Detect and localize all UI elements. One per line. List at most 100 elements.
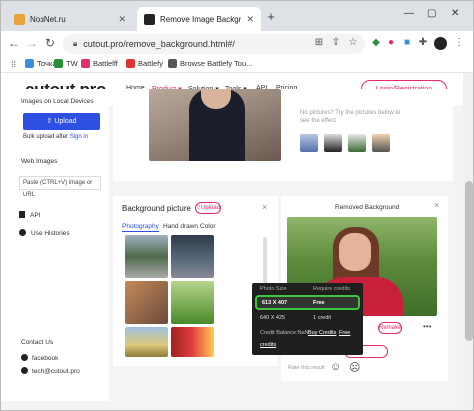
contact-heading: Contact Us — [21, 339, 54, 346]
signin-link[interactable]: Sign in — [70, 134, 88, 140]
free-credits-link[interactable]: Free — [339, 330, 350, 336]
close-result-icon[interactable]: × — [434, 200, 439, 210]
tab-title: Remove Image Background for F — [160, 14, 242, 24]
more-options-icon[interactable]: ••• — [423, 322, 431, 331]
buy-credits-link[interactable]: Buy Credits — [308, 330, 336, 336]
background-thumbnail[interactable] — [125, 281, 168, 324]
background-thumbnail[interactable] — [171, 235, 214, 278]
avatar[interactable] — [434, 37, 447, 50]
size-option-credits: 1 credit — [313, 315, 332, 321]
bulk-upload-label: Bulk upload after — [23, 134, 69, 140]
scrollbar-thumb[interactable] — [465, 181, 473, 341]
facebook-link[interactable]: facebook — [21, 354, 58, 362]
back-icon[interactable]: ← — [7, 36, 21, 50]
web-images-label: Web Images — [21, 158, 58, 165]
reload-icon[interactable]: ↻ — [43, 36, 57, 50]
bookmarks-bar: ⁞⁞ Точка TW Battlelff Battlefy Browse Ba… — [1, 57, 473, 73]
browser-window: NoзNet.ru ✕ Remove Image Background for … — [0, 0, 474, 411]
new-tab-button[interactable]: + — [264, 10, 278, 24]
sample-thumbnail[interactable] — [324, 134, 342, 152]
background-upload-button[interactable]: ⇧Upload — [195, 202, 221, 214]
sample-thumbnail[interactable] — [372, 134, 390, 152]
upload-button[interactable]: ⇧ Upload — [23, 113, 100, 130]
sidebar-item-label: API — [30, 212, 41, 219]
result-panel-title: Removed Background — [335, 204, 400, 211]
email-icon — [21, 367, 28, 374]
cutout-favicon-icon — [144, 13, 155, 25]
sidebar-item-api[interactable]: API — [19, 211, 40, 219]
uploaded-image-preview — [149, 89, 281, 161]
tab-cutout[interactable]: Remove Image Background for F ✕ — [137, 7, 261, 31]
close-tab-icon[interactable]: ✕ — [246, 14, 254, 25]
remake-button[interactable]: Remake — [378, 322, 402, 334]
sidebar-item-label: Use Histories — [31, 230, 70, 237]
size-option-size: 640 X 425 — [260, 315, 286, 321]
extension-icon[interactable]: ◆ — [370, 37, 382, 49]
bookmark-label: Battlelff — [93, 59, 118, 68]
sample-hint: No pictures? Try the pictures below to s… — [300, 110, 401, 124]
minimize-icon[interactable]: — — [404, 8, 414, 19]
maximize-icon[interactable]: ▢ — [427, 8, 436, 19]
bookmark-battlelff[interactable]: Battlelff — [81, 59, 118, 68]
size-option[interactable]: 640 X 425 1 credit — [255, 314, 360, 325]
facebook-label: facebook — [32, 355, 59, 362]
sidebar-links — [1, 199, 109, 349]
upload-label: Upload — [201, 205, 221, 211]
tab-photography[interactable]: Photography — [122, 223, 159, 232]
menu-icon[interactable]: ⋮ — [453, 37, 465, 49]
credits-link[interactable]: credits — [260, 342, 276, 348]
lock-icon: 🔒︎ — [73, 39, 78, 48]
email-link[interactable]: tech@cutout.pro — [21, 367, 80, 375]
bookmark-star-icon[interactable]: ☆ — [347, 37, 359, 49]
rate-result-label: Rate this result — [288, 365, 325, 371]
background-thumbnail[interactable] — [125, 327, 168, 357]
paste-url-input[interactable]: Paste (CTRL+V) image or URL — [19, 176, 101, 198]
tab-hand-drawn[interactable]: Hand drawn — [163, 223, 198, 230]
upload-label: Upload — [54, 118, 77, 125]
bookmark-label: Battlefy — [138, 59, 164, 68]
bookmark-tw[interactable]: TW — [54, 59, 78, 68]
tab-nooznet[interactable]: NoзNet.ru ✕ — [7, 7, 133, 31]
frown-face-icon[interactable]: ☹ — [349, 361, 360, 374]
credit-balance-label: Credit Balance:NaN — [260, 330, 309, 336]
sidebar-item-histories[interactable]: Use Histories — [19, 229, 70, 237]
close-window-icon[interactable]: ✕ — [451, 8, 459, 19]
smile-face-icon[interactable]: ☺ — [330, 361, 341, 373]
extension-icon[interactable]: ■ — [401, 37, 413, 49]
bookmark-battlefy[interactable]: Battlefy — [126, 59, 163, 68]
size-option-selected[interactable]: 613 X 407 Free — [255, 295, 360, 310]
tab-color[interactable]: Color — [200, 223, 216, 230]
apps-icon[interactable]: ⁞⁞ — [11, 59, 16, 69]
tab-strip: NoзNet.ru ✕ Remove Image Background for … — [1, 1, 473, 31]
share-icon[interactable]: ⇪ — [330, 37, 342, 49]
extensions-puzzle-icon[interactable]: ✚ — [417, 37, 429, 49]
background-thumbnail[interactable] — [171, 281, 214, 324]
size-option-size: 613 X 407 — [262, 300, 288, 306]
photo-size-header: Photo Size — [260, 286, 287, 292]
url-text: cutout.pro/remove_background.html#/ — [83, 39, 235, 49]
browser-toolbar: ← → ↻ 🔒︎ cutout.pro/remove_background.ht… — [1, 31, 473, 57]
bookmark-favicon-icon — [126, 59, 135, 68]
background-panel-title: Background picture — [122, 204, 191, 213]
background-thumbnail[interactable] — [125, 235, 168, 278]
sample-thumbnail[interactable] — [300, 134, 318, 152]
close-tab-icon[interactable]: ✕ — [118, 14, 126, 25]
credits-header: Require credits — [313, 286, 350, 292]
extension-icon[interactable]: ● — [385, 37, 397, 49]
tab-title: NoзNet.ru — [30, 14, 66, 24]
background-thumbnail[interactable] — [171, 327, 214, 357]
close-panel-icon[interactable]: × — [262, 202, 267, 212]
forward-icon[interactable]: → — [25, 36, 39, 50]
bookmark-browse-battlefy[interactable]: Browse Battlefy Tou... — [168, 59, 252, 68]
bookmark-favicon-icon — [168, 59, 177, 68]
sample-thumbnail[interactable] — [348, 134, 366, 152]
translate-icon[interactable]: ⊞ — [313, 37, 325, 49]
sidebar-contact — [1, 331, 109, 401]
bookmark-tochka[interactable]: Точка — [25, 59, 57, 68]
bulk-upload-text: Bulk upload after Sign in — [23, 134, 88, 140]
face-shape-icon — [339, 233, 371, 271]
api-icon — [19, 211, 25, 218]
email-label: tech@cutout.pro — [32, 368, 80, 375]
photo-size-popup: Photo Size Require credits 613 X 407 Fre… — [252, 283, 363, 355]
bookmark-label: TW — [66, 59, 78, 68]
